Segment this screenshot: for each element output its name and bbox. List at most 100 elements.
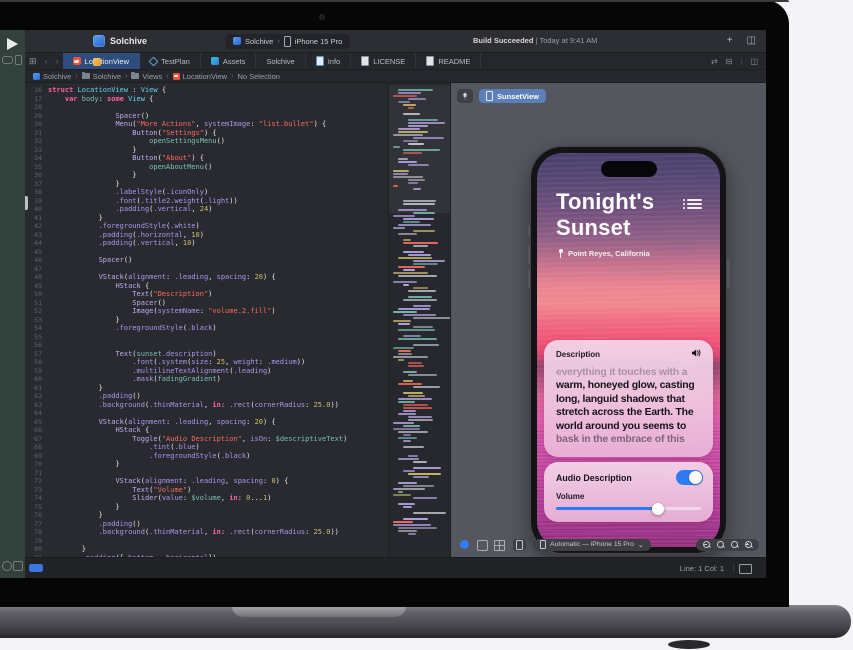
code-line[interactable]: 50 Text("Description") xyxy=(25,290,450,299)
code-line[interactable]: 71 xyxy=(25,469,450,478)
code-line[interactable]: 56 xyxy=(25,341,450,350)
code-line[interactable]: 28 xyxy=(25,103,450,112)
pin-preview-button[interactable] xyxy=(457,89,473,103)
code-line[interactable]: 49 HStack { xyxy=(25,282,450,291)
code-line[interactable]: 42 .foregroundStyle(.white) xyxy=(25,222,450,231)
code-line[interactable]: 33 } xyxy=(25,146,450,155)
selectable-mode-icon[interactable] xyxy=(477,540,488,551)
zoom-fit-button[interactable] xyxy=(717,541,724,548)
scheme-project-label[interactable]: Solchive xyxy=(245,37,273,46)
code-line[interactable]: 74 Slider(value: $volume, in: 0...1) xyxy=(25,494,450,503)
minimap[interactable] xyxy=(388,83,450,557)
device-selector[interactable]: Automatic — iPhone 15 Pro ⌄ xyxy=(533,539,651,551)
audio-description-toggle[interactable] xyxy=(676,470,703,485)
code-line[interactable]: 75 } xyxy=(25,503,450,512)
code-line[interactable]: 68 .tint(.blue) xyxy=(25,443,450,452)
zoom-actual-button[interactable] xyxy=(731,541,738,548)
code-line[interactable]: 53 } xyxy=(25,316,450,325)
breadcrumb-solchive[interactable]: Solchive xyxy=(33,72,71,81)
breadcrumb-no-selection[interactable]: No Selection xyxy=(237,72,280,81)
editor-options-icon[interactable]: ⊟ xyxy=(726,57,733,66)
code-line[interactable]: 37 } xyxy=(25,180,450,189)
code-line[interactable]: 44 .padding(.vertical, 10) xyxy=(25,239,450,248)
run-button-icon[interactable] xyxy=(7,38,18,50)
code-line[interactable]: 45 xyxy=(25,248,450,257)
code-line[interactable]: 41 } xyxy=(25,214,450,223)
breadcrumb-views[interactable]: Views xyxy=(131,72,162,81)
code-line[interactable]: 62 .padding() xyxy=(25,392,450,401)
source-editor[interactable]: 16struct LocationView : View {17 var bod… xyxy=(25,83,450,557)
live-preview-button[interactable] xyxy=(460,540,469,549)
tab-locationview[interactable]: LocationView xyxy=(63,53,140,69)
tab-testplan[interactable]: TestPlan xyxy=(140,53,201,69)
code-line[interactable]: 65 VStack(alignment: .leading, spacing: … xyxy=(25,418,450,427)
device-selector-label[interactable]: Automatic — iPhone 15 Pro xyxy=(550,541,634,548)
code-line[interactable]: 76 } xyxy=(25,511,450,520)
code-line[interactable]: 43 .padding(.horizontal, 10) xyxy=(25,231,450,240)
code-line[interactable]: 67 Toggle("Audio Description", isOn: $de… xyxy=(25,435,450,444)
volume-slider[interactable] xyxy=(556,507,701,510)
code-line[interactable]: 70 } xyxy=(25,460,450,469)
code-line[interactable]: 17 var body: some View { xyxy=(25,95,450,104)
jump-bar[interactable]: Solchive›Solchive›Views›LocationView›No … xyxy=(25,70,766,83)
code-line[interactable]: 39 .font(.title2.weight(.light)) xyxy=(25,197,450,206)
swap-editor-icon[interactable]: ⇄ xyxy=(711,57,718,66)
speaker-icon[interactable] xyxy=(692,349,702,357)
tab-info[interactable]: Info xyxy=(306,53,352,69)
code-line[interactable]: 73 Text("Volume") xyxy=(25,486,450,495)
description-text[interactable]: everything it touches with awarm, honeye… xyxy=(556,366,703,451)
editor-layout-button[interactable]: ◫ xyxy=(747,34,756,47)
device-settings-button[interactable] xyxy=(513,539,526,551)
tab-solchive[interactable]: Solchive xyxy=(256,53,305,69)
tab-assets[interactable]: Assets xyxy=(201,53,257,69)
code-line[interactable]: 57 Text(sunset.description) xyxy=(25,350,450,359)
preview-target-pill[interactable]: SunsetView xyxy=(479,89,546,103)
code-line[interactable]: 55 xyxy=(25,333,450,342)
back-chevron-icon[interactable]: ‹ xyxy=(41,53,52,69)
variants-grid-icon[interactable] xyxy=(494,540,503,549)
code-line[interactable]: 31 Button("Settings") { xyxy=(25,129,450,138)
preview-target-label[interactable]: SunsetView xyxy=(497,92,539,101)
code-line[interactable]: 61 } xyxy=(25,384,450,393)
code-line[interactable]: 79 xyxy=(25,537,450,546)
zoom-in-button[interactable] xyxy=(745,541,752,548)
code-line[interactable]: 54 .foregroundStyle(.black) xyxy=(25,324,450,333)
breadcrumb-solchive[interactable]: Solchive xyxy=(82,72,121,81)
code-line[interactable]: 48 VStack(alignment: .leading, spacing: … xyxy=(25,273,450,282)
code-line[interactable]: 34 Button("About") { xyxy=(25,154,450,163)
code-line[interactable]: 69 .foregroundStyle(.black) xyxy=(25,452,450,461)
code-line[interactable]: 72 VStack(alignment: .leading, spacing: … xyxy=(25,477,450,486)
code-line[interactable]: 30 Menu("More Actions", systemImage: "li… xyxy=(25,120,450,129)
add-tab-button[interactable]: + xyxy=(727,34,733,47)
code-line[interactable]: 29 Spacer() xyxy=(25,112,450,121)
code-line[interactable]: 59 .multilineTextAlignment(.leading) xyxy=(25,367,450,376)
code-line[interactable]: 32 openSettingsMenu() xyxy=(25,137,450,146)
list-menu-icon[interactable] xyxy=(687,199,702,210)
tab-license[interactable]: LICENSE xyxy=(351,53,416,69)
code-line[interactable]: 77 .padding() xyxy=(25,520,450,529)
code-line[interactable]: 58 .font(.system(size: 25, weight: .medi… xyxy=(25,358,450,367)
code-line[interactable]: 66 HStack { xyxy=(25,426,450,435)
tab-readme[interactable]: README xyxy=(416,53,481,69)
scheme-selector[interactable]: Solchive › iPhone 15 Pro xyxy=(225,34,350,49)
code-line[interactable]: 38 .labelStyle(.iconOnly) xyxy=(25,188,450,197)
grid-icon[interactable]: ⊞ xyxy=(25,53,41,69)
code-lines[interactable]: 16struct LocationView : View {17 var bod… xyxy=(25,86,450,557)
code-line[interactable]: 36 } xyxy=(25,171,450,180)
split-editor-icon[interactable]: ◫ xyxy=(750,57,758,66)
forward-chevron-icon[interactable]: › xyxy=(52,53,63,69)
breakpoints-button[interactable] xyxy=(29,564,43,572)
code-line[interactable]: 80 } xyxy=(25,545,450,554)
code-line[interactable]: 63 .background(.thinMaterial, in: .rect(… xyxy=(25,401,450,410)
scheme-device-label[interactable]: iPhone 15 Pro xyxy=(295,37,343,46)
zoom-out-button[interactable] xyxy=(703,541,710,548)
code-line[interactable]: 52 Image(systemName: "volume.2.fill") xyxy=(25,307,450,316)
code-line[interactable]: 46 Spacer() xyxy=(25,256,450,265)
code-line[interactable]: 60 .mask(fadingGradient) xyxy=(25,375,450,384)
code-line[interactable]: 78 .background(.thinMaterial, in: .rect(… xyxy=(25,528,450,537)
code-line[interactable]: 40 .padding(.vertical, 24) xyxy=(25,205,450,214)
breadcrumb-locationview[interactable]: LocationView xyxy=(173,72,227,81)
code-line[interactable]: 47 xyxy=(25,265,450,274)
code-line[interactable]: 16struct LocationView : View { xyxy=(25,86,450,95)
slider-knob[interactable] xyxy=(652,503,664,515)
